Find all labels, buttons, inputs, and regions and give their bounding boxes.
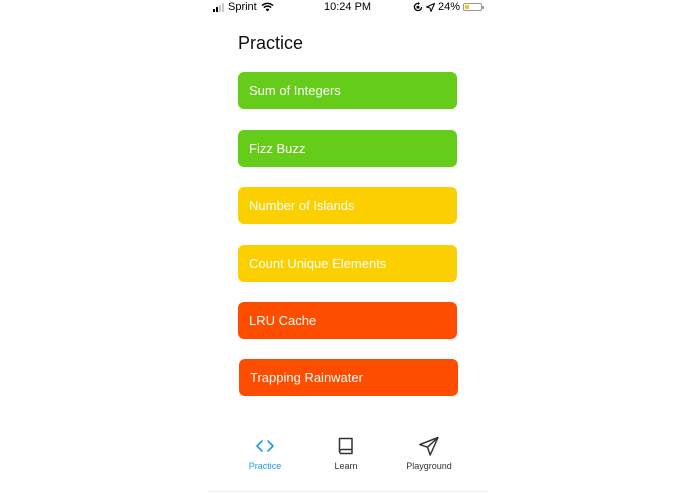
problem-label: Count Unique Elements (249, 256, 387, 271)
app-screen: Sprint 10:24 PM 24% Practice Sum of Inte… (0, 0, 695, 494)
clock-time: 10:24 PM (324, 1, 372, 13)
problem-label: Sum of Integers (249, 83, 341, 98)
code-brackets-icon (256, 440, 274, 452)
bottom-tab-bar: Practice Learn Playground (208, 430, 488, 494)
battery-percent: 24% (437, 1, 460, 13)
tab-playground[interactable]: Playground (389, 436, 469, 480)
problem-label: Number of Islands (249, 198, 355, 213)
problem-button-trapping-rainwater[interactable]: Trapping Rainwater (239, 359, 458, 396)
tab-learn[interactable]: Learn (306, 436, 386, 480)
book-icon (338, 437, 353, 455)
status-bar-left: Sprint (213, 1, 274, 13)
status-bar-right: 24% (413, 1, 484, 13)
problem-label: Fizz Buzz (249, 141, 306, 156)
tab-label: Practice (248, 461, 282, 471)
problem-button-sum-of-integers[interactable]: Sum of Integers (238, 72, 457, 109)
tab-label: Playground (406, 461, 452, 471)
status-bar: Sprint 10:24 PM 24% (208, 0, 488, 16)
problem-button-fizz-buzz[interactable]: Fizz Buzz (238, 130, 457, 167)
battery-level-fill (465, 5, 469, 9)
location-arrow-icon (425, 2, 435, 12)
tab-practice[interactable]: Practice (225, 436, 305, 480)
problem-button-number-of-islands[interactable]: Number of Islands (238, 187, 457, 224)
carrier-name: Sprint (228, 1, 257, 13)
cellular-signal-icon (213, 2, 224, 12)
problem-label: Trapping Rainwater (250, 370, 363, 385)
wifi-icon (261, 2, 274, 12)
problem-button-lru-cache[interactable]: LRU Cache (238, 302, 457, 339)
orientation-lock-icon (413, 2, 423, 12)
send-icon (419, 436, 439, 456)
tab-label: Learn (334, 461, 358, 471)
battery-icon (463, 3, 484, 11)
page-title: Practice (238, 33, 304, 53)
problem-button-count-unique-elements[interactable]: Count Unique Elements (238, 245, 457, 282)
problem-label: LRU Cache (249, 313, 317, 328)
